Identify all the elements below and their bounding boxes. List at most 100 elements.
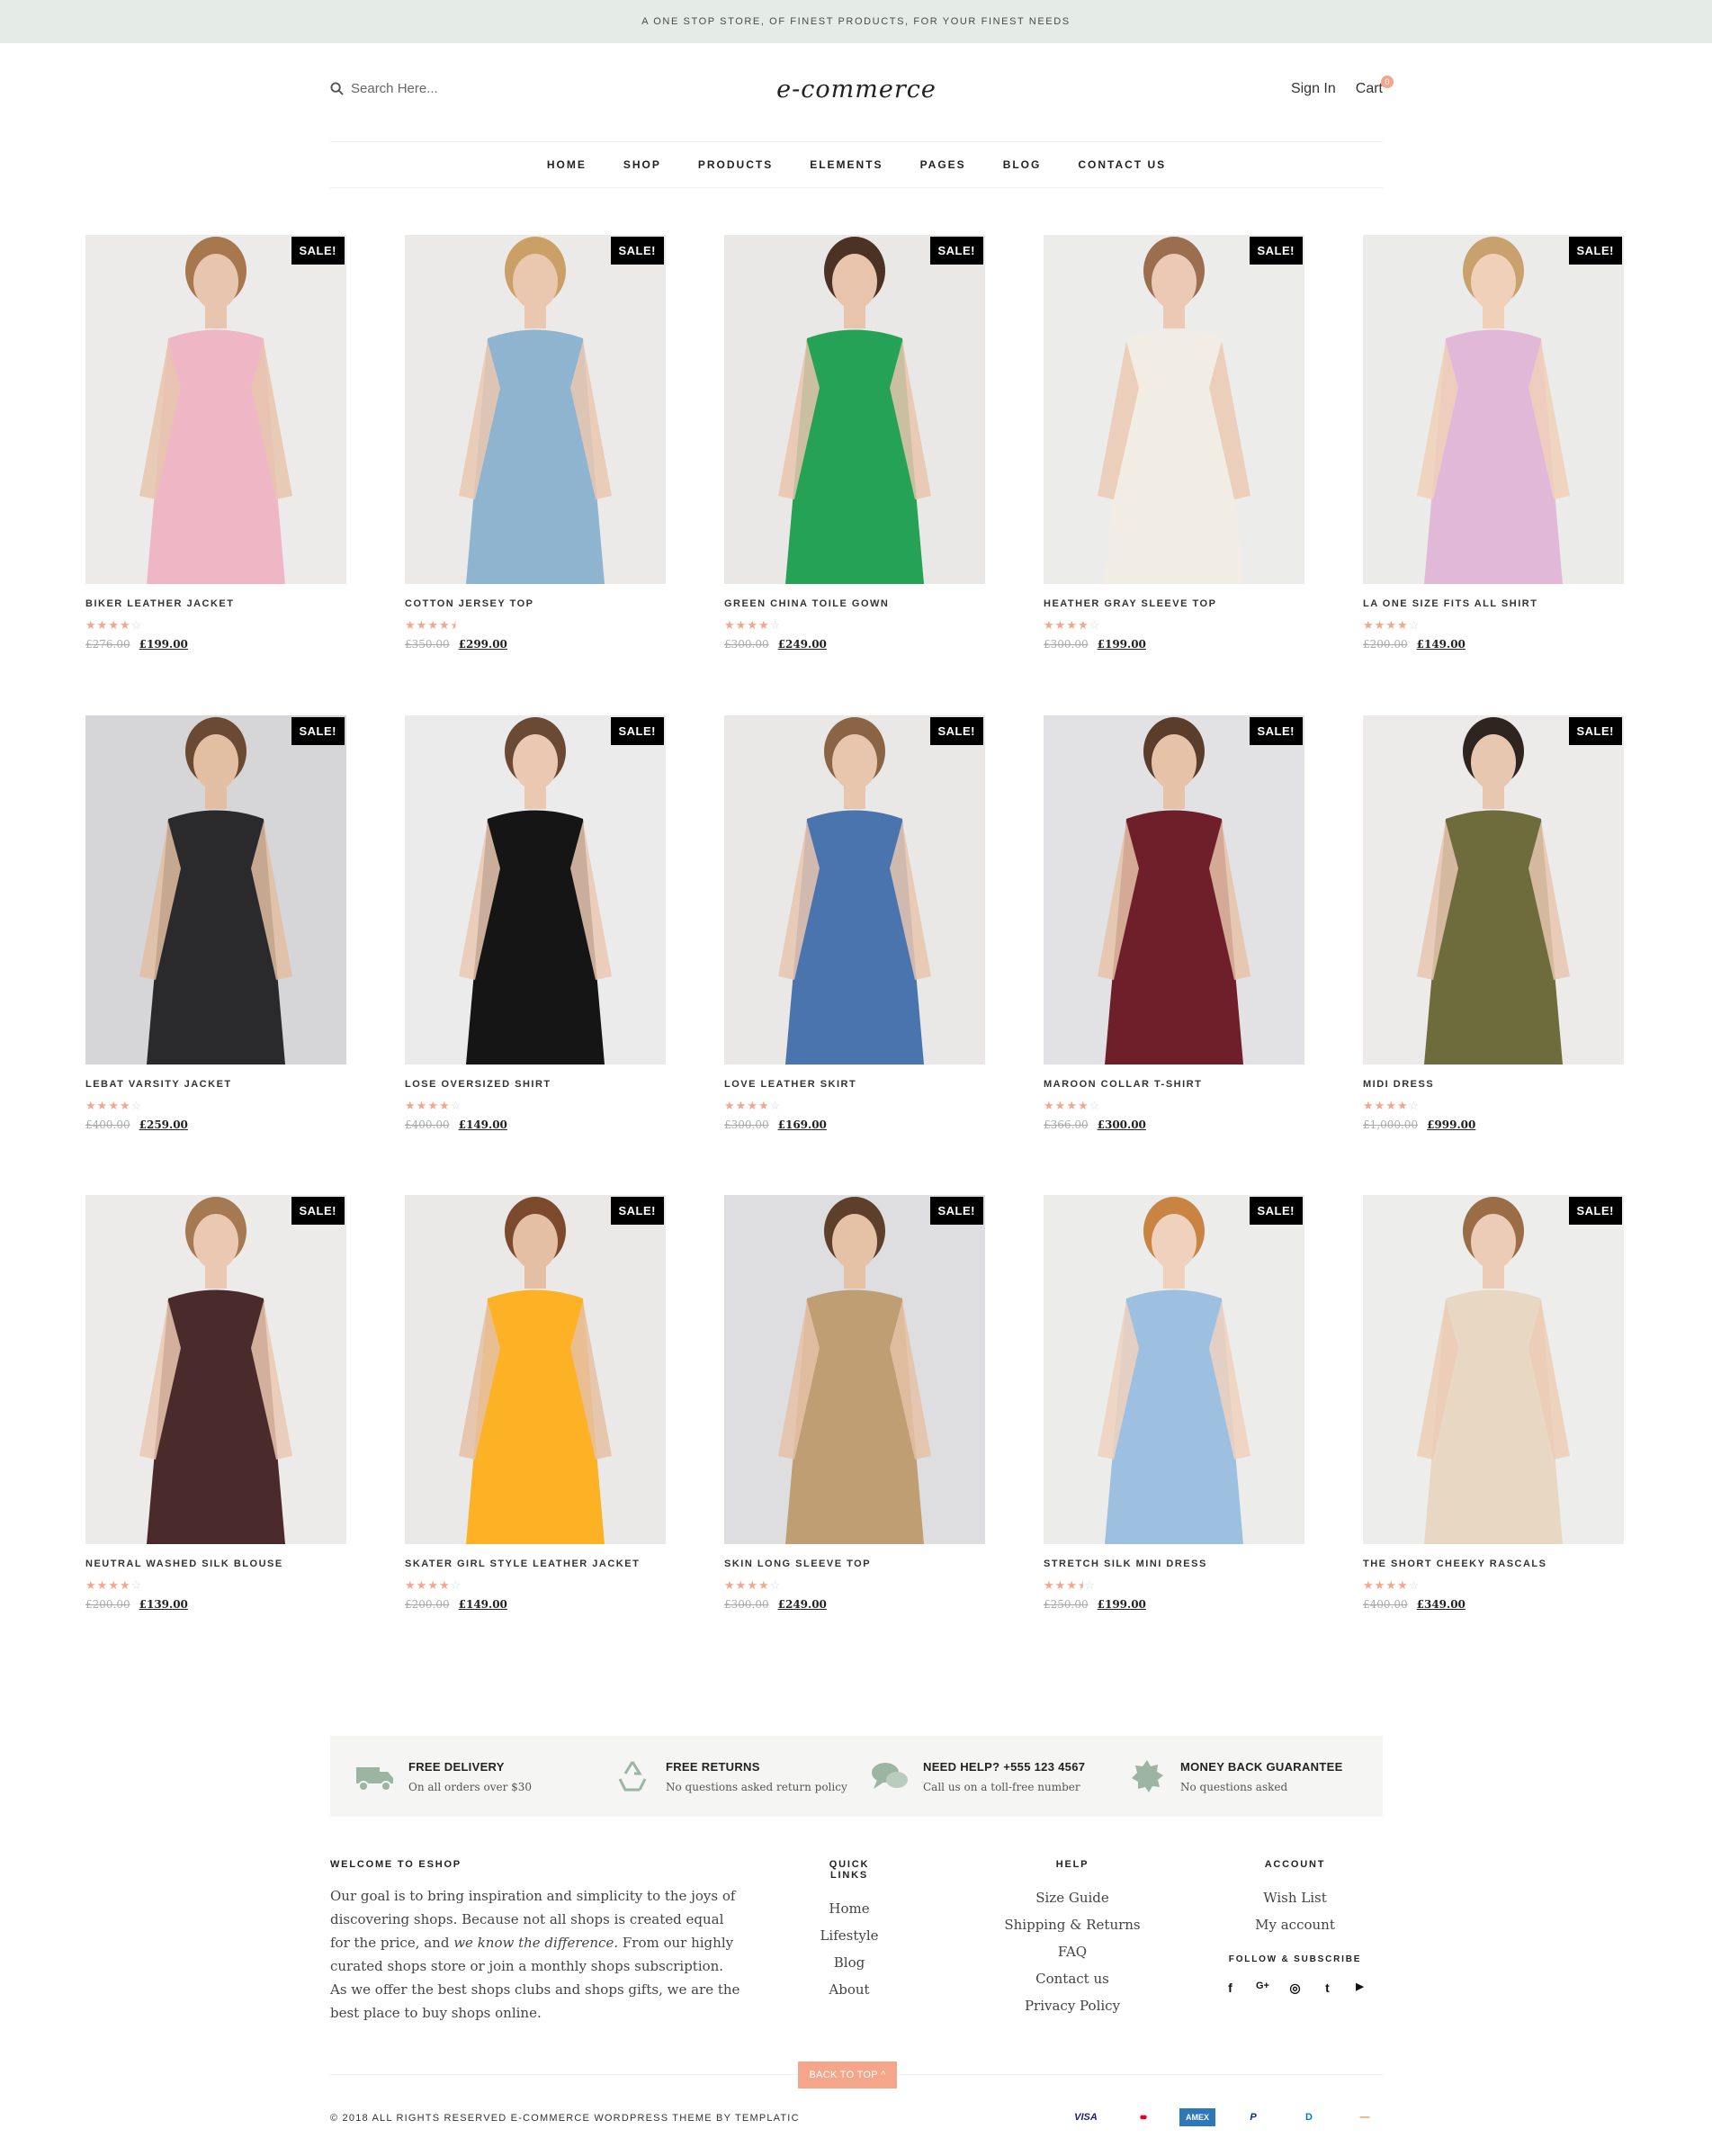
product-name[interactable]: LA ONE SIZE FITS ALL SHIRT (1363, 598, 1624, 613)
product-price: £300.00 £249.00 (724, 1598, 985, 1611)
sale-badge: SALE! (1568, 717, 1622, 745)
instagram-icon[interactable]: ◎ (1288, 1981, 1303, 1996)
product-image[interactable]: SALE! (405, 235, 666, 584)
product-name[interactable]: GREEN CHINA TOILE GOWN (724, 598, 985, 613)
product-name[interactable]: LOVE LEATHER SKIRT (724, 1079, 985, 1093)
nav-blog[interactable]: BLOG (1003, 158, 1042, 171)
product-card[interactable]: SALE! LOVE LEATHER SKIRT ★ ★ ★ ★ ☆ £300.00 £169.… (724, 715, 985, 1131)
facebook-icon[interactable]: f (1223, 1981, 1238, 1996)
product-card[interactable]: SALE! THE SHORT CHEEKY RASCALS ★ ★ ★ ★ ☆ £400.0… (1363, 1195, 1624, 1611)
quick-link-home[interactable]: Home (809, 1895, 890, 1922)
quick-link-blog[interactable]: Blog (809, 1949, 890, 1976)
star-icon: ★ (119, 1578, 130, 1592)
product-image[interactable]: SALE! (1044, 235, 1304, 584)
nav-elements[interactable]: ELEMENTS (810, 158, 883, 171)
help-link-size-guide[interactable]: Size Guide (991, 1884, 1153, 1911)
quick-link-about[interactable]: About (809, 1976, 890, 2003)
help-link-privacy-policy[interactable]: Privacy Policy (991, 1992, 1153, 2019)
product-image[interactable]: SALE! (724, 235, 985, 584)
product-price: £250.00 £199.00 (1044, 1598, 1304, 1611)
product-card[interactable]: SALE! COTTON JERSEY TOP ★ ★ ★ ★ ⯨ £350.00 £299.0… (405, 235, 666, 651)
product-card[interactable]: SALE! LEBAT VARSITY JACKET ★ ★ ★ ★ ☆ £400.00 £25… (85, 715, 346, 1131)
product-name[interactable]: THE SHORT CHEEKY RASCALS (1363, 1559, 1624, 1573)
product-image[interactable]: SALE! (1044, 715, 1304, 1065)
model-figure (1417, 717, 1570, 1065)
product-card[interactable]: SALE! SKIN LONG SLEEVE TOP ★ ★ ★ ★ ☆ £300.00 £24… (724, 1195, 985, 1611)
follow-title: FOLLOW & SUBSCRIBE (1228, 1954, 1362, 1964)
product-card[interactable]: SALE! STRETCH SILK MINI DRESS ★ ★ ★ ⯨ ☆ £250.00… (1044, 1195, 1304, 1611)
search-input[interactable] (351, 81, 531, 96)
sale-price: £149.00 (1416, 638, 1466, 651)
search-box[interactable] (330, 81, 531, 96)
star-icon: ☆ (1408, 1578, 1420, 1592)
product-name[interactable]: SKATER GIRL STYLE LEATHER JACKET (405, 1559, 666, 1573)
product-image[interactable]: SALE! (1044, 1195, 1304, 1544)
product-image[interactable]: SALE! (1363, 1195, 1624, 1544)
help-link-shipping-returns[interactable]: Shipping & Returns (991, 1911, 1153, 1938)
product-name[interactable]: MAROON COLLAR T-SHIRT (1044, 1079, 1304, 1093)
sale-badge: SALE! (1249, 237, 1303, 265)
product-image[interactable]: SALE! (1363, 235, 1624, 584)
product-image[interactable]: SALE! (85, 715, 346, 1065)
nav-pages[interactable]: PAGES (920, 158, 966, 171)
cart-link[interactable]: Cart 0 (1356, 76, 1394, 97)
product-card[interactable]: SALE! LOSE OVERSIZED SHIRT ★ ★ ★ ★ ☆ £400.00 £14… (405, 715, 666, 1131)
product-image[interactable]: SALE! (405, 1195, 666, 1544)
product-name[interactable]: COTTON JERSEY TOP (405, 598, 666, 613)
star-icon: ☆ (1084, 1578, 1095, 1592)
account-link-wish-list[interactable]: Wish List (1207, 1884, 1383, 1911)
star-icon: ★ (405, 1099, 416, 1112)
product-card[interactable]: SALE! GREEN CHINA TOILE GOWN ★ ★ ★ ★ ☆ £300.00 £… (724, 235, 985, 651)
product-rating: ★ ★ ★ ★ ☆ (85, 1100, 346, 1112)
product-name[interactable]: STRETCH SILK MINI DRESS (1044, 1559, 1304, 1573)
nav-home[interactable]: HOME (547, 158, 587, 171)
product-name[interactable]: SKIN LONG SLEEVE TOP (724, 1559, 985, 1573)
product-card[interactable]: SALE! MAROON COLLAR T-SHIRT ★ ★ ★ ★ ☆ £366.00 £3… (1044, 715, 1304, 1131)
product-card[interactable]: SALE! MIDI DRESS ★ ★ ★ ★ ☆ £1,000.00 £999.00 (1363, 715, 1624, 1131)
product-card[interactable]: SALE! LA ONE SIZE FITS ALL SHIRT ★ ★ ★ ★ ☆ £200… (1363, 235, 1624, 651)
site-logo-text[interactable]: e-commerce (776, 76, 937, 103)
account-link-my-account[interactable]: My account (1207, 1911, 1383, 1938)
quick-links-column: QUICK LINKS Home Lifestyle Blog About (809, 1859, 890, 2003)
product-rating: ★ ★ ★ ★ ☆ (1363, 1579, 1624, 1592)
product-image[interactable]: SALE! (724, 715, 985, 1065)
about-title: WELCOME TO ESHOP (330, 1859, 462, 1870)
product-name[interactable]: LEBAT VARSITY JACKET (85, 1079, 346, 1093)
back-to-top-button[interactable]: BACK TO TOP ^ (798, 2062, 897, 2089)
product-name[interactable]: BIKER LEATHER JACKET (85, 598, 346, 613)
help-link-contact-us[interactable]: Contact us (991, 1965, 1153, 1992)
product-name[interactable]: HEATHER GRAY SLEEVE TOP (1044, 598, 1304, 613)
product-name[interactable]: NEUTRAL WASHED SILK BLOUSE (85, 1559, 346, 1573)
product-name[interactable]: LOSE OVERSIZED SHIRT (405, 1079, 666, 1093)
nav-products[interactable]: PRODUCTS (698, 158, 773, 171)
product-image[interactable]: SALE! (724, 1195, 985, 1544)
product-price: £200.00 £149.00 (1363, 638, 1624, 651)
nav-contact-us[interactable]: CONTACT US (1078, 158, 1166, 171)
product-name[interactable]: MIDI DRESS (1363, 1079, 1624, 1093)
mastercard-icon: ●● (1139, 2112, 1147, 2123)
product-image[interactable]: SALE! (405, 715, 666, 1065)
product-card[interactable]: SALE! BIKER LEATHER JACKET ★ ★ ★ ★ ☆ £276.00 £19… (85, 235, 346, 651)
product-image[interactable]: SALE! (85, 1195, 346, 1544)
feature-item: MONEY BACK GUARANTEE No questions asked (1125, 1758, 1382, 1794)
product-card[interactable]: SALE! SKATER GIRL STYLE LEATHER JACKET ★ ★ ★… (405, 1195, 666, 1611)
original-price: £400.00 (405, 1118, 450, 1131)
product-card[interactable]: SALE! HEATHER GRAY SLEEVE TOP ★ ★ ★ ★ ☆ £300.00… (1044, 235, 1304, 651)
help-link-faq[interactable]: FAQ (991, 1938, 1153, 1965)
youtube-icon[interactable]: ▶ (1353, 1981, 1367, 1996)
feature-subtitle: Call us on a toll-free number (923, 1780, 1080, 1793)
product-image[interactable]: SALE! (85, 235, 346, 584)
copyright-text: © 2018 ALL RIGHTS RESERVED E-COMMERCE WO… (330, 2113, 800, 2124)
model-figure (1417, 1197, 1570, 1544)
sign-in-link[interactable]: Sign In (1291, 81, 1336, 97)
announcement-text: A ONE STOP STORE, OF FINEST PRODUCTS, FO… (641, 16, 1071, 27)
product-image[interactable]: SALE! (1363, 715, 1624, 1065)
google-plus-icon[interactable]: G+ (1256, 1981, 1270, 1996)
product-price: £350.00 £299.00 (405, 638, 666, 651)
nav-shop[interactable]: SHOP (623, 158, 661, 171)
feature-subtitle: On all orders over $30 (408, 1780, 533, 1793)
about-text: Our goal is to bring inspiration and sim… (330, 1884, 744, 2025)
quick-link-lifestyle[interactable]: Lifestyle (809, 1922, 890, 1949)
product-card[interactable]: SALE! NEUTRAL WASHED SILK BLOUSE ★ ★ ★ ★ ☆ £200… (85, 1195, 346, 1611)
twitter-icon[interactable]: t (1321, 1981, 1335, 1996)
